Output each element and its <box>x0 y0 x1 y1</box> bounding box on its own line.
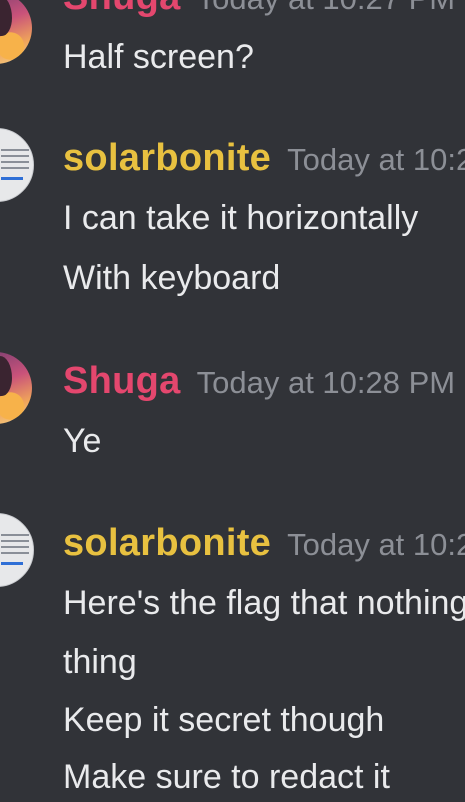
message-header: Shuga Today at 10:27 PM <box>63 0 455 19</box>
message-header: Shuga Today at 10:28 PM <box>63 360 455 403</box>
message-text: Ye <box>63 422 102 460</box>
message-timestamp: Today at 10:27 PM <box>287 142 465 177</box>
message-header: solarbonite Today at 10:28 PM <box>63 522 465 565</box>
message-text: Half screen? <box>63 38 254 76</box>
message-timestamp: Today at 10:27 PM <box>197 0 456 16</box>
avatar[interactable] <box>0 128 34 202</box>
message-text: Make sure to redact it <box>63 758 390 796</box>
author-name[interactable]: solarbonite <box>63 522 271 564</box>
message-text: I can take it horizontally <box>63 199 419 237</box>
author-name[interactable]: solarbonite <box>63 137 271 179</box>
author-name[interactable]: Shuga <box>63 360 181 402</box>
message-text: Here's the flag that nothing <box>63 584 465 622</box>
chat-message-list: Shuga Today at 10:27 PM Half screen? sola… <box>0 0 465 802</box>
avatar[interactable] <box>0 352 32 424</box>
avatar[interactable] <box>0 0 32 64</box>
message-text: Keep it secret though <box>63 701 385 739</box>
message-timestamp: Today at 10:28 PM <box>287 527 465 562</box>
message-timestamp: Today at 10:28 PM <box>196 365 456 400</box>
message-text: thing <box>63 643 137 681</box>
message-text: With keyboard <box>63 259 281 297</box>
message-header: solarbonite Today at 10:27 PM <box>63 137 465 180</box>
author-name[interactable]: Shuga <box>63 0 181 18</box>
avatar[interactable] <box>0 513 34 587</box>
